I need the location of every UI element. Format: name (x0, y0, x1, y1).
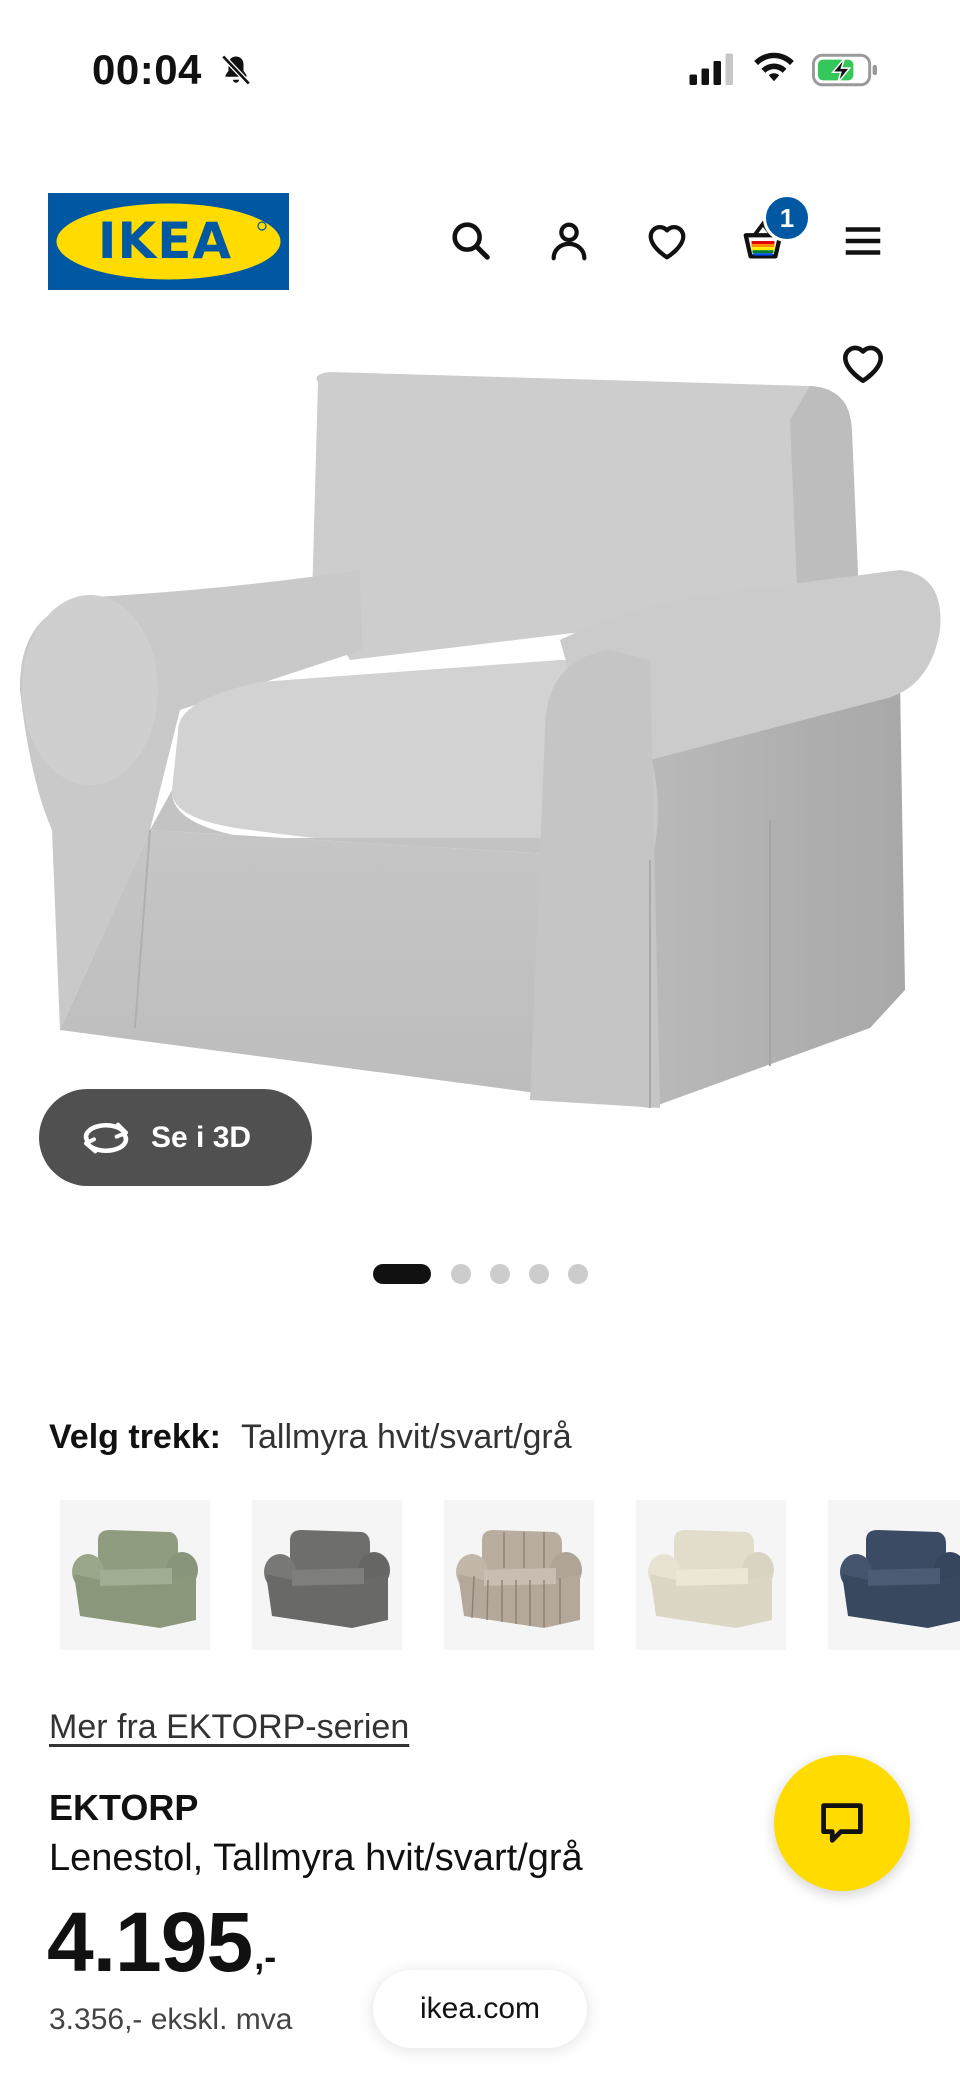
carousel-dots (0, 1264, 960, 1286)
series-link[interactable]: Mer fra EKTORP-serien (49, 1708, 409, 1747)
cover-value: Tallmyra hvit/svart/grå (240, 1418, 572, 1456)
status-bar: 00:04 (0, 0, 960, 140)
wifi-icon (754, 52, 794, 82)
ikea-logo[interactable]: IKEA (48, 193, 289, 290)
swatch-armchair-dark-blue[interactable] (828, 1500, 960, 1650)
rotate-3d-icon (83, 1122, 129, 1153)
cart-count-badge: 1 (763, 194, 811, 242)
product-description: Lenestol, Tallmyra hvit/svart/grå (49, 1837, 583, 1879)
carousel-dot-2[interactable] (451, 1264, 471, 1284)
swatch-armchair-green[interactable] (60, 1500, 210, 1650)
view-in-3d-label: Se i 3D (151, 1120, 252, 1154)
carousel-dot-4[interactable] (529, 1264, 549, 1284)
cover-selection: Velg trekk: Tallmyra hvit/svart/grå (49, 1418, 572, 1457)
product-image-armchair[interactable] (0, 360, 960, 1120)
carousel-dot-1[interactable] (373, 1264, 431, 1284)
product-name: EKTORP (49, 1787, 199, 1828)
price-amount: 4.195 (47, 1895, 253, 1989)
swatch-armchair-beige[interactable] (636, 1500, 786, 1650)
price-suffix: ,- (254, 1936, 277, 1977)
carousel-dot-5[interactable] (568, 1264, 588, 1284)
chat-button[interactable] (774, 1755, 910, 1891)
cover-label: Velg trekk: (49, 1418, 221, 1456)
search-icon[interactable] (446, 216, 496, 266)
favorite-product-icon[interactable] (838, 338, 888, 388)
svg-text:IKEA: IKEA (98, 212, 232, 270)
status-time: 00:04 (92, 46, 202, 93)
price: 4.195 ,- (47, 1900, 276, 1984)
account-icon[interactable] (544, 216, 594, 266)
bell-muted-icon (221, 54, 251, 86)
price-excl-vat: 3.356,- ekskl. mva (49, 2003, 293, 2036)
chat-icon (821, 1803, 863, 1843)
swatch-armchair-stripe[interactable] (444, 1500, 594, 1650)
swatch-armchair-dark-grey[interactable] (252, 1500, 402, 1650)
heart-icon[interactable] (642, 216, 692, 266)
menu-icon[interactable] (838, 216, 888, 266)
carousel-dot-3[interactable] (490, 1264, 510, 1284)
cellular-signal-icon (689, 53, 733, 85)
battery-charging-icon (812, 53, 878, 87)
cover-swatches (0, 1500, 960, 1660)
mini-armchair-icon (72, 1530, 198, 1628)
view-in-3d-button[interactable]: Se i 3D (39, 1089, 312, 1186)
browser-url-bar[interactable]: ikea.com (373, 1970, 587, 2048)
